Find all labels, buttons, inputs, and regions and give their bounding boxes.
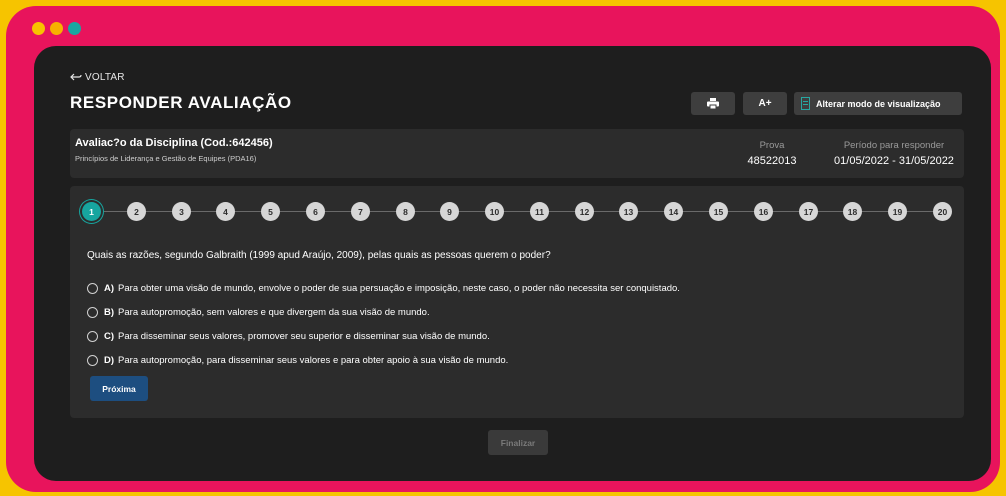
- option-d[interactable]: D) Para autopromoção, para disseminar se…: [87, 348, 680, 372]
- step-7[interactable]: 7: [351, 202, 370, 221]
- app-frame: VOLTAR RESPONDER AVALIAÇÃO A+ Alterar mo…: [6, 6, 1000, 492]
- question-text: Quais as razões, segundo Galbraith (1999…: [87, 250, 551, 261]
- back-arrow-icon: [70, 73, 82, 81]
- period-value: 01/05/2022 - 31/05/2022: [834, 155, 954, 167]
- step-9[interactable]: 9: [440, 202, 459, 221]
- radio-button[interactable]: [87, 354, 98, 366]
- view-mode-label: Alterar modo de visualização: [816, 98, 941, 109]
- radio-button[interactable]: [87, 330, 98, 342]
- option-a[interactable]: A) Para obter uma visão de mundo, envolv…: [87, 276, 680, 300]
- finish-button[interactable]: Finalizar: [488, 430, 548, 455]
- font-size-button[interactable]: A+: [743, 92, 787, 115]
- step-20[interactable]: 20: [933, 202, 952, 221]
- window-dot-1[interactable]: [32, 22, 45, 35]
- option-letter: B): [104, 306, 115, 318]
- option-letter: D): [104, 354, 115, 366]
- step-6[interactable]: 6: [306, 202, 325, 221]
- step-5[interactable]: 5: [261, 202, 280, 221]
- prova-label: Prova: [759, 140, 785, 151]
- discipline-title: Avaliac?o da Disciplina (Cod.:642456): [75, 137, 273, 149]
- exam-info-panel: Avaliac?o da Disciplina (Cod.:642456) Pr…: [70, 129, 964, 178]
- print-button[interactable]: [691, 92, 735, 115]
- option-letter: A): [104, 282, 115, 294]
- option-text: Para autopromoção, para disseminar seus …: [118, 354, 509, 366]
- option-letter: C): [104, 330, 115, 342]
- option-text: Para disseminar seus valores, promover s…: [118, 330, 490, 342]
- step-18[interactable]: 18: [843, 202, 862, 221]
- radio-button[interactable]: [87, 306, 98, 318]
- back-label: VOLTAR: [85, 72, 125, 83]
- printer-icon: [707, 98, 719, 109]
- step-14[interactable]: 14: [664, 202, 683, 221]
- step-16[interactable]: 16: [754, 202, 773, 221]
- step-17[interactable]: 17: [799, 202, 818, 221]
- radio-button[interactable]: [87, 282, 98, 294]
- step-8[interactable]: 8: [396, 202, 415, 221]
- option-c[interactable]: C) Para disseminar seus valores, promove…: [87, 324, 680, 348]
- option-text: Para obter uma visão de mundo, envolve o…: [118, 282, 680, 294]
- period-label: Período para responder: [843, 140, 945, 151]
- page-title: RESPONDER AVALIAÇÃO: [70, 93, 292, 112]
- option-text: Para autopromoção, sem valores e que div…: [118, 306, 430, 318]
- course-name: Princípios de Liderança e Gestão de Equi…: [75, 154, 257, 163]
- next-button[interactable]: Próxima: [90, 376, 148, 401]
- step-19[interactable]: 19: [888, 202, 907, 221]
- step-11[interactable]: 11: [530, 202, 549, 221]
- app-screen: VOLTAR RESPONDER AVALIAÇÃO A+ Alterar mo…: [34, 46, 991, 481]
- step-3[interactable]: 3: [172, 202, 191, 221]
- view-mode-button[interactable]: Alterar modo de visualização: [794, 92, 962, 115]
- prova-value: 48522013: [747, 155, 797, 167]
- document-icon: [801, 97, 810, 110]
- window-controls: [32, 22, 81, 35]
- step-1[interactable]: 1: [82, 202, 101, 221]
- window-dot-3[interactable]: [68, 22, 81, 35]
- step-12[interactable]: 12: [575, 202, 594, 221]
- step-2[interactable]: 2: [127, 202, 146, 221]
- back-link[interactable]: VOLTAR: [70, 72, 125, 83]
- step-15[interactable]: 15: [709, 202, 728, 221]
- step-10[interactable]: 10: [485, 202, 504, 221]
- window-dot-2[interactable]: [50, 22, 63, 35]
- answer-options: A) Para obter uma visão de mundo, envolv…: [87, 276, 680, 372]
- option-b[interactable]: B) Para autopromoção, sem valores e que …: [87, 300, 680, 324]
- step-4[interactable]: 4: [216, 202, 235, 221]
- step-13[interactable]: 13: [619, 202, 638, 221]
- question-panel: 1 2 3 4 5 6 7 8 9 10 11 12 13 14 15 16 17 18 19 20 Quais as…: [70, 186, 964, 418]
- question-stepper: 1 2 3 4 5 6 7 8 9 10 11 12 13 14 15 16 17 18 19 20: [82, 202, 952, 222]
